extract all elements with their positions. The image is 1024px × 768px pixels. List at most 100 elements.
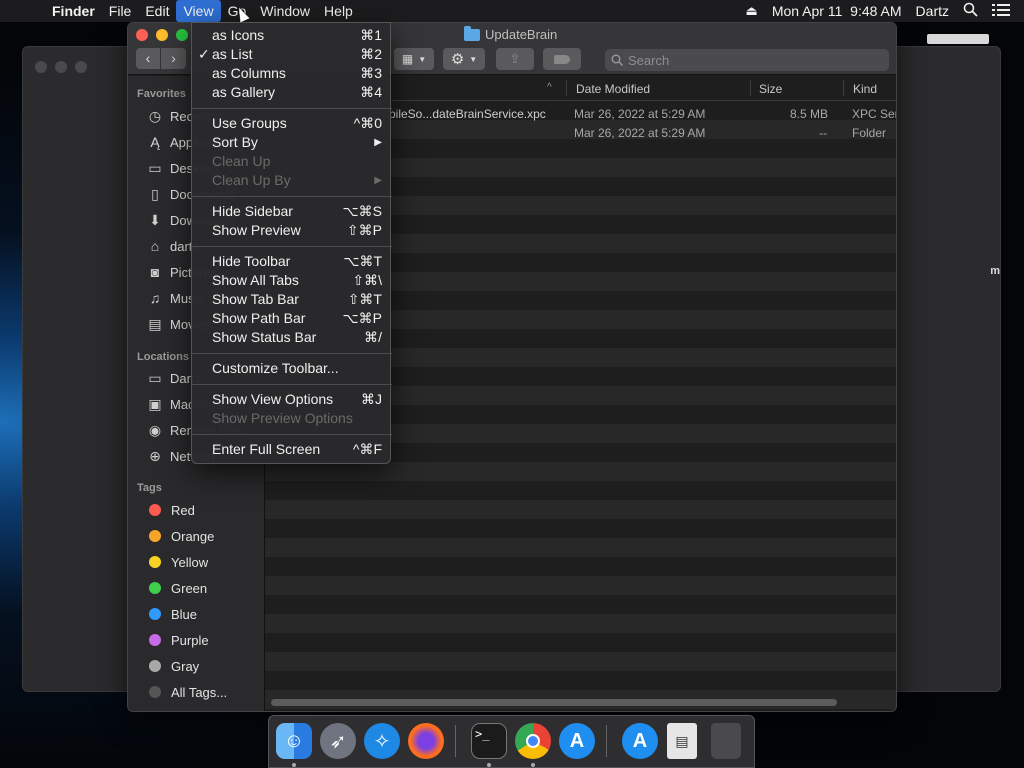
view-mode-button[interactable]: ▦ ▼ (394, 48, 434, 70)
menu-edit[interactable]: Edit (138, 0, 176, 22)
network-icon: ⊕ (149, 447, 161, 464)
sidebar-tag-red[interactable]: Red (128, 497, 265, 523)
sidebar-tag-yellow[interactable]: Yellow (128, 549, 265, 575)
menu-item-hide-sidebar[interactable]: Hide Sidebar ⌥⌘S (192, 202, 392, 221)
menu-separator (192, 196, 392, 197)
terminal-icon[interactable]: >_ (471, 723, 507, 759)
nav-buttons: ‹ › (136, 48, 186, 69)
search-field[interactable] (605, 49, 889, 71)
menu-bar: Finder File Edit View Go Window Help ⏏ M… (0, 0, 1024, 22)
sidebar-tag-blue[interactable]: Blue (128, 601, 265, 627)
trash-icon[interactable] (711, 723, 741, 759)
app-store-downloads-icon[interactable]: A (622, 723, 658, 759)
menu-item-use-groups[interactable]: Use Groups ^⌘0 (192, 114, 392, 133)
search-icon (611, 54, 623, 66)
disc-icon: ◉ (148, 421, 162, 438)
tags-header: Tags (137, 482, 162, 494)
menu-separator (192, 434, 392, 435)
menu-item-show-preview[interactable]: Show Preview ⇧⌘P (192, 221, 392, 240)
applications-icon: Ą (150, 134, 160, 150)
tag-dot-icon (149, 634, 161, 646)
background-window-edge-text: m (990, 265, 1000, 277)
menu-item-as-icons[interactable]: as Icons ⌘1 (192, 26, 392, 45)
menu-item-enter-full-screen[interactable]: Enter Full Screen ^⌘F (192, 440, 392, 459)
share-button[interactable]: ⇪ (496, 48, 534, 70)
close-button[interactable] (136, 29, 148, 41)
menu-item-customize-toolbar[interactable]: Customize Toolbar... (192, 359, 392, 378)
submenu-arrow-icon: ▶ (374, 137, 382, 148)
menu-view[interactable]: View (176, 0, 221, 22)
view-menu-dropdown: as Icons ⌘1 ✓ as List ⌘2 as Columns ⌘3 as Ga… (191, 22, 392, 464)
back-button[interactable]: ‹ (136, 48, 161, 69)
menu-item-as-gallery[interactable]: as Gallery ⌘4 (192, 83, 392, 102)
menubar-user[interactable]: Dartz (916, 3, 949, 19)
tag-dot-icon (149, 530, 161, 542)
menu-item-hide-toolbar[interactable]: Hide Toolbar ⌥⌘T (192, 252, 392, 271)
file-date: Mar 26, 2022 at 5:29 AM (574, 107, 706, 121)
background-window-controls (35, 61, 87, 73)
menu-item-show-status-bar[interactable]: Show Status Bar ⌘/ (192, 328, 392, 347)
column-date-header[interactable]: Date Modified (576, 82, 650, 96)
menu-file[interactable]: File (102, 0, 139, 22)
sidebar-tag-purple[interactable]: Purple (128, 627, 265, 653)
locations-header: Locations (137, 351, 189, 363)
tags-button[interactable] (543, 48, 581, 70)
running-indicator (487, 763, 491, 767)
folder-icon (464, 25, 480, 41)
menu-help[interactable]: Help (317, 0, 360, 22)
running-indicator (531, 763, 535, 767)
menu-item-show-tab-bar[interactable]: Show Tab Bar ⇧⌘T (192, 290, 392, 309)
zoom-button[interactable] (176, 29, 188, 41)
movies-icon: ▤ (148, 315, 162, 332)
action-button[interactable]: ⚙ ▼ (443, 48, 485, 70)
column-kind-header[interactable]: Kind (853, 82, 877, 96)
sidebar-tag-gray[interactable]: Gray (128, 653, 265, 679)
document-icon[interactable]: ▤ (667, 723, 697, 759)
grid-view-icon: ▦ (401, 52, 414, 66)
favorites-header: Favorites (137, 88, 186, 100)
computer-icon: ▭ (148, 369, 162, 386)
menu-item-show-view-options[interactable]: Show View Options ⌘J (192, 390, 392, 409)
eject-icon[interactable]: ⏏ (746, 3, 758, 19)
sidebar-tag-orange[interactable]: Orange (128, 523, 265, 549)
menu-item-show-path-bar[interactable]: Show Path Bar ⌥⌘P (192, 309, 392, 328)
horizontal-scrollbar[interactable] (271, 699, 837, 706)
menu-separator (192, 384, 392, 385)
menu-window[interactable]: Window (253, 0, 317, 22)
tag-dot-icon (149, 608, 161, 620)
sidebar-tag-green[interactable]: Green (128, 575, 265, 601)
window-controls (136, 29, 188, 41)
search-input[interactable] (628, 52, 868, 68)
minimize-button[interactable] (156, 29, 168, 41)
tag-dot-icon (149, 660, 161, 672)
spotlight-search-icon[interactable] (963, 2, 978, 20)
app-store-icon[interactable]: A (559, 723, 595, 759)
menu-item-clean-up: Clean Up (212, 153, 271, 169)
checkmark-icon: ✓ (198, 46, 210, 62)
file-size: 8.5 MB (790, 107, 829, 121)
menu-item-show-all-tabs[interactable]: Show All Tabs ⇧⌘\ (192, 271, 392, 290)
tag-dot-icon (149, 556, 161, 568)
menu-item-as-list[interactable]: ✓ as List ⌘2 (192, 45, 392, 64)
column-size-header[interactable]: Size (759, 82, 782, 96)
safari-icon[interactable]: ✧ (364, 723, 400, 759)
running-indicator (292, 763, 296, 767)
menu-item-sort-by[interactable]: Sort By ▶ (192, 133, 392, 152)
chrome-icon[interactable] (515, 723, 551, 759)
sidebar-tag-all-tags[interactable]: All Tags... (128, 679, 265, 705)
finder-icon[interactable]: ☺ (276, 723, 312, 759)
menubar-clock[interactable]: Mon Apr 11 9:48 AM (772, 3, 902, 19)
sort-ascending-icon[interactable]: ^ (547, 82, 552, 93)
tag-dot-icon (149, 582, 161, 594)
dock-separator (606, 725, 607, 757)
control-center-icon[interactable] (992, 3, 1010, 20)
downloads-icon: ⬇ (149, 211, 161, 228)
background-window-thumb (927, 34, 989, 44)
menu-finder[interactable]: Finder (46, 0, 102, 22)
forward-button[interactable]: › (161, 48, 186, 69)
firefox-icon[interactable] (408, 723, 444, 759)
tag-icon (554, 54, 570, 64)
menu-item-as-columns[interactable]: as Columns ⌘3 (192, 64, 392, 83)
dock-separator (455, 725, 456, 757)
launchpad-icon[interactable]: ➶ (320, 723, 356, 759)
